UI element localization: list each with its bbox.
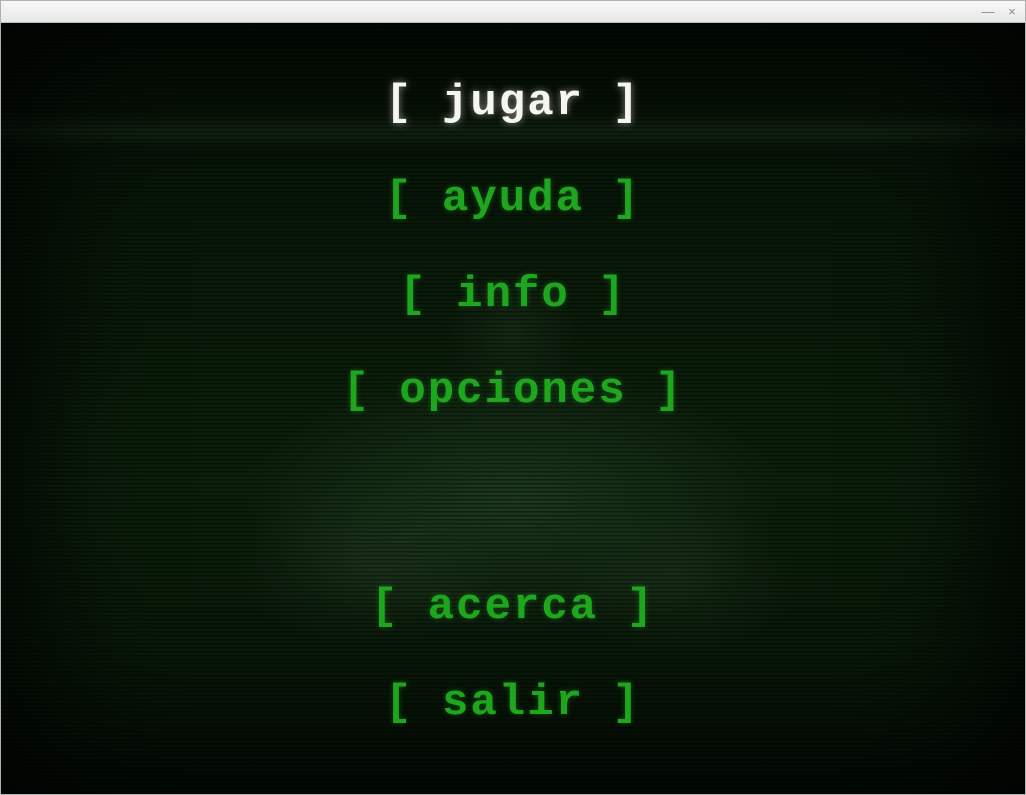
menu-item-info[interactable]: [ info ] bbox=[399, 273, 626, 317]
titlebar: — × bbox=[1, 1, 1025, 23]
menu-item-options[interactable]: [ opciones ] bbox=[343, 369, 684, 413]
game-viewport: [ jugar ] [ ayuda ] [ info ] [ opciones … bbox=[1, 23, 1025, 794]
menu-item-about[interactable]: [ acerca ] bbox=[371, 585, 655, 629]
menu-item-play[interactable]: [ jugar ] bbox=[385, 81, 641, 125]
close-button[interactable]: × bbox=[1005, 5, 1019, 19]
menu-item-exit[interactable]: [ salir ] bbox=[385, 681, 641, 725]
app-window: — × [ jugar ] [ ayuda ] [ info ] [ opcio… bbox=[0, 0, 1026, 795]
main-menu: [ jugar ] [ ayuda ] [ info ] [ opciones … bbox=[1, 23, 1025, 794]
menu-item-help[interactable]: [ ayuda ] bbox=[385, 177, 641, 221]
minimize-button[interactable]: — bbox=[981, 5, 995, 19]
